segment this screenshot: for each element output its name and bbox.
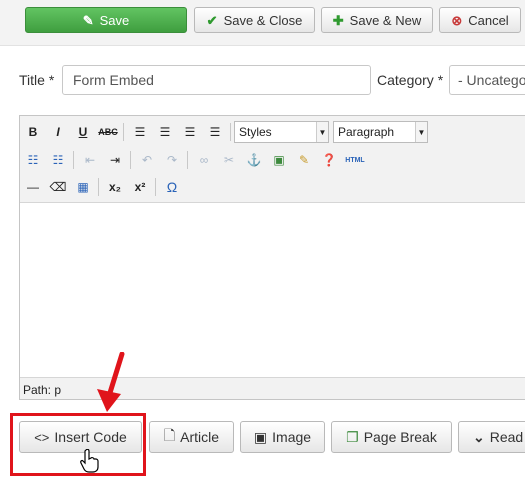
annotation-arrow xyxy=(97,352,125,412)
add-file-icon: 🗋 xyxy=(163,427,176,443)
strikethrough-icon[interactable]: ABC xyxy=(96,121,120,143)
outdent-icon[interactable]: ⇤ xyxy=(78,149,102,171)
cancel-icon: ⊗ xyxy=(451,12,463,28)
anchor-icon[interactable]: ⚓ xyxy=(242,149,266,171)
toolbar-divider xyxy=(230,123,231,141)
editor-toolbar-row-1: B I U ABC ☰ ☰ ☰ ☰ Styles ▼ Paragraph ▼ xyxy=(20,119,428,145)
title-label: Title * xyxy=(19,72,55,88)
toolbar-divider xyxy=(130,151,131,169)
save-new-label: Save & New xyxy=(349,12,422,28)
save-new-button[interactable]: ✚ Save & New xyxy=(321,7,433,33)
title-input[interactable]: Form Embed xyxy=(62,65,371,95)
plus-icon: ✚ xyxy=(332,12,344,28)
subscript-icon[interactable]: x₂ xyxy=(103,176,127,198)
check-icon: ✔ xyxy=(206,12,218,28)
redo-icon[interactable]: ↷ xyxy=(160,149,184,171)
toolbar-divider xyxy=(73,151,74,169)
italic-icon[interactable]: I xyxy=(46,121,70,143)
special-character-icon[interactable]: Ω xyxy=(160,176,184,198)
eraser-icon[interactable]: ⌫ xyxy=(46,176,70,198)
hand-cursor-icon xyxy=(80,449,99,473)
article-label: Article xyxy=(180,429,220,445)
toolbar-divider xyxy=(98,178,99,196)
table-icon[interactable]: ▦ xyxy=(71,176,95,198)
superscript-icon[interactable]: x² xyxy=(128,176,152,198)
bold-icon[interactable]: B xyxy=(21,121,45,143)
highlight-box xyxy=(10,413,146,476)
undo-icon[interactable]: ↶ xyxy=(135,149,159,171)
cancel-button[interactable]: ⊗ Cancel xyxy=(439,7,521,33)
chevron-down-icon: ⌄ xyxy=(473,428,485,445)
toolbar-divider xyxy=(123,123,124,141)
align-center-icon[interactable]: ☰ xyxy=(153,121,177,143)
toolbar-divider xyxy=(187,151,188,169)
page-break-label: Page Break xyxy=(363,429,437,445)
editor-toolbar-row-3: — ⌫ ▦ x₂ x² Ω xyxy=(20,174,184,200)
html-source-icon[interactable]: HTML xyxy=(342,149,368,171)
styles-dropdown-label: Styles xyxy=(239,125,272,139)
styles-dropdown[interactable]: Styles ▼ xyxy=(234,121,329,143)
save-close-button[interactable]: ✔ Save & Close xyxy=(194,7,315,33)
cleanup-icon[interactable]: ✎ xyxy=(292,149,316,171)
edit-icon: ✎ xyxy=(82,12,94,28)
bullet-list-icon[interactable]: ☷ xyxy=(21,149,45,171)
format-dropdown-label: Paragraph xyxy=(338,125,395,139)
category-select[interactable]: - Uncatego xyxy=(449,65,525,95)
format-dropdown[interactable]: Paragraph ▼ xyxy=(333,121,428,143)
insert-image-icon[interactable]: ▣ xyxy=(267,149,291,171)
align-right-icon[interactable]: ☰ xyxy=(178,121,202,143)
editor-toolbar-row-2: ☷ ☷ ⇤ ⇥ ↶ ↷ ∞ ✂ ⚓ ▣ ✎ ❓ HTML xyxy=(20,147,368,173)
align-justify-icon[interactable]: ☰ xyxy=(203,121,227,143)
page-break-button[interactable]: ❐ Page Break xyxy=(331,421,452,453)
horizontal-rule-icon[interactable]: — xyxy=(21,176,45,198)
link-icon[interactable]: ∞ xyxy=(192,149,216,171)
unlink-icon[interactable]: ✂ xyxy=(217,149,241,171)
chevron-down-icon: ▼ xyxy=(415,122,427,142)
action-toolbar: ✎ Save ✔ Save & Close ✚ Save & New ⊗ Can… xyxy=(0,0,525,46)
help-icon[interactable]: ❓ xyxy=(317,149,341,171)
indent-icon[interactable]: ⇥ xyxy=(103,149,127,171)
copy-icon: ❐ xyxy=(346,428,359,445)
numbered-list-icon[interactable]: ☷ xyxy=(46,149,70,171)
underline-icon[interactable]: U xyxy=(71,121,95,143)
save-close-label: Save & Close xyxy=(223,12,303,28)
cancel-label: Cancel xyxy=(468,12,509,28)
save-label: Save xyxy=(99,12,130,28)
image-label: Image xyxy=(272,429,312,445)
read-more-button[interactable]: ⌄ Read xyxy=(458,421,525,453)
picture-icon: ▣ xyxy=(253,428,268,445)
read-more-label: Read xyxy=(489,429,524,445)
editor-path: Path: p xyxy=(23,383,62,397)
article-button[interactable]: 🗋 Article xyxy=(149,421,234,453)
chevron-down-icon: ▼ xyxy=(316,122,328,142)
align-left-icon[interactable]: ☰ xyxy=(128,121,152,143)
save-button[interactable]: ✎ Save xyxy=(25,7,187,33)
toolbar-divider xyxy=(155,178,156,196)
category-label: Category * xyxy=(377,72,444,88)
image-button[interactable]: ▣ Image xyxy=(240,421,325,453)
